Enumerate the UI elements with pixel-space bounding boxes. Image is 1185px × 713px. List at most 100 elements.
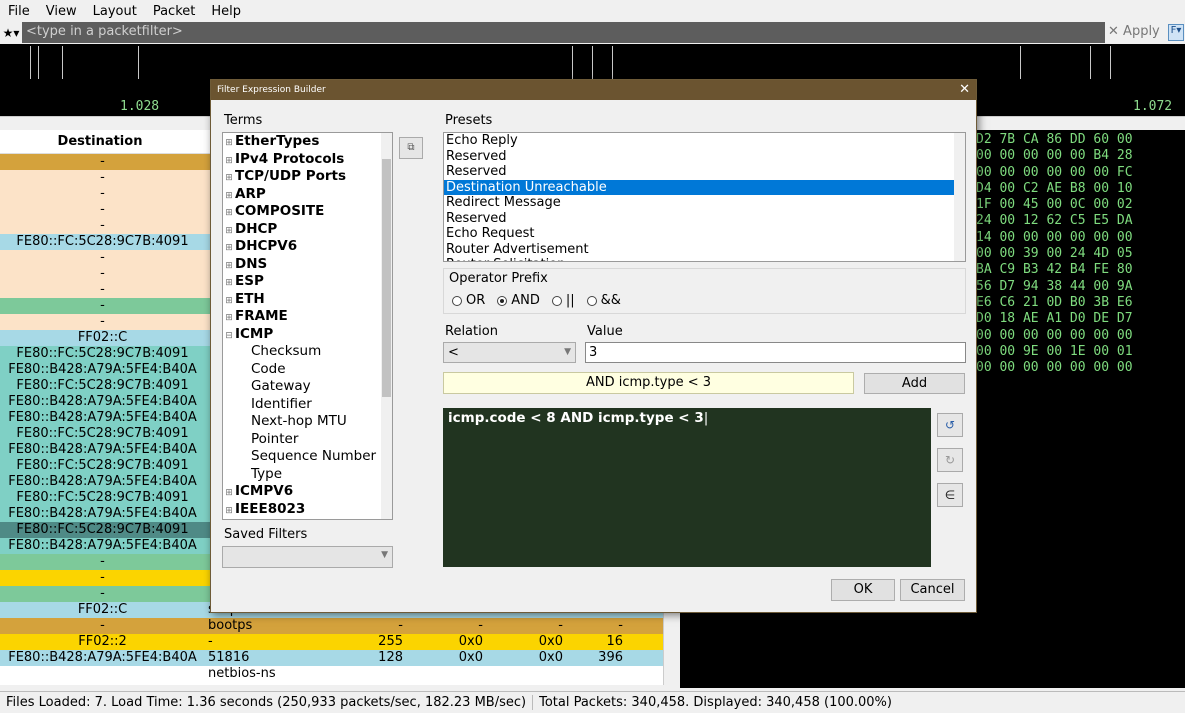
tree-item[interactable]: ⊞ FRAME xyxy=(223,308,392,326)
filter-bar: ★▾ <type in a packetfilter> ✕ Apply F▾ xyxy=(0,22,1185,44)
cancel-button[interactable]: Cancel xyxy=(900,579,965,601)
ok-button[interactable]: OK xyxy=(831,579,895,601)
tree-item[interactable]: Type xyxy=(223,466,392,484)
tree-item[interactable]: Identifier xyxy=(223,396,392,414)
tree-item[interactable]: ⊞ IEEE8023 xyxy=(223,501,392,519)
terms-scrollbar-thumb[interactable] xyxy=(382,159,391,397)
dialog-title-bar[interactable]: Filter Expression Builder ✕ xyxy=(211,80,976,100)
expand-icon[interactable]: ⊞ xyxy=(223,153,235,170)
operator-label: && xyxy=(600,293,621,308)
table-row[interactable]: netbios-ns xyxy=(0,666,663,682)
undo-icon[interactable]: ↺ xyxy=(937,413,963,437)
tree-item[interactable]: Pointer xyxy=(223,431,392,449)
flags-cell: - xyxy=(478,618,483,633)
expand-icon[interactable]: ⊞ xyxy=(223,275,235,292)
saved-filters-select[interactable]: ▼ xyxy=(222,546,393,568)
clear-icon[interactable]: ✕ xyxy=(1108,24,1119,39)
destination-cell: FE80::B428:A79A:5FE4:B40A xyxy=(8,474,197,489)
table-row[interactable]: FF02::2 - 255 0x0 0x0 16 xyxy=(0,634,663,650)
preset-item[interactable]: Reserved xyxy=(444,211,965,227)
operator-radio[interactable]: || xyxy=(551,293,575,308)
hex-line: 00 00 00 00 00 00 00 xyxy=(976,360,1133,376)
close-icon[interactable]: ✕ xyxy=(959,82,970,97)
relation-select[interactable]: < ▼ xyxy=(443,342,576,363)
expand-icon[interactable]: ⊞ xyxy=(223,135,235,152)
tree-item[interactable]: ⊞ ARP xyxy=(223,186,392,204)
expand-icon[interactable]: ⊞ xyxy=(223,188,235,205)
column-header-destination[interactable]: Destination xyxy=(0,130,200,153)
menu-layout[interactable]: Layout xyxy=(85,4,145,19)
expand-icon[interactable]: ⊞ xyxy=(223,240,235,257)
tree-item[interactable]: ⊞ DHCP xyxy=(223,221,392,239)
preset-item[interactable]: Redirect Message xyxy=(444,195,965,211)
filter-expression-textarea[interactable]: icmp.code < 8 AND icmp.type < 3| xyxy=(443,408,931,567)
tree-item[interactable]: ⊞ TCP/UDP Ports xyxy=(223,168,392,186)
copy-icon[interactable]: ⧉ xyxy=(399,137,423,159)
filter-dropdown-icon[interactable]: F▾ xyxy=(1168,24,1184,41)
operator-radio[interactable]: AND xyxy=(497,293,540,308)
tree-item-label: ICMPV6 xyxy=(235,483,294,499)
table-row[interactable]: FE80::B428:A79A:5FE4:B40A 51816 128 0x0 0x0 3… xyxy=(0,650,663,666)
ttl-cell xyxy=(345,666,403,682)
hex-line: 1F 00 45 00 0C 00 02 xyxy=(976,197,1133,213)
packet-filter-input[interactable]: <type in a packetfilter> xyxy=(22,22,1105,43)
tree-item[interactable]: ⊞ DHCPV6 xyxy=(223,238,392,256)
tree-item[interactable]: ⊞ COMPOSITE xyxy=(223,203,392,221)
preset-item[interactable]: Echo Reply xyxy=(444,133,965,149)
tree-item[interactable]: Code xyxy=(223,361,392,379)
tree-item[interactable]: Next-hop MTU xyxy=(223,413,392,431)
redo-icon[interactable]: ↻ xyxy=(937,448,963,472)
menu-packet[interactable]: Packet xyxy=(145,4,204,19)
preset-item[interactable]: Router Solicitation xyxy=(444,257,965,261)
expand-icon[interactable]: ⊞ xyxy=(223,205,235,222)
destination-cell: - xyxy=(100,314,105,329)
insert-icon[interactable]: ∈ xyxy=(937,483,963,507)
value-input[interactable]: 3 xyxy=(585,342,966,363)
menu-file[interactable]: File xyxy=(0,4,38,19)
expand-icon[interactable]: ⊞ xyxy=(223,503,235,520)
tree-item[interactable]: ⊞ IPv4 Protocols xyxy=(223,151,392,169)
tree-item[interactable]: Gateway xyxy=(223,378,392,396)
collapse-icon[interactable]: ⊟ xyxy=(223,328,235,345)
expand-icon[interactable]: ⊞ xyxy=(223,170,235,187)
radio-icon[interactable] xyxy=(551,295,562,306)
tree-item[interactable]: ⊞ ICMPV6 xyxy=(223,483,392,501)
star-icon[interactable]: ★▾ xyxy=(0,26,22,40)
operator-radio[interactable]: && xyxy=(586,293,621,308)
expand-icon[interactable]: ⊞ xyxy=(223,258,235,275)
tree-item[interactable]: Sequence Number xyxy=(223,448,392,466)
menu-view[interactable]: View xyxy=(38,4,85,19)
tree-item[interactable]: ⊞ ESP xyxy=(223,273,392,291)
expand-icon[interactable]: ⊞ xyxy=(223,223,235,240)
presets-list[interactable]: Echo Reply Reserved Reserved Destination Un… xyxy=(443,132,966,262)
expand-icon[interactable]: ⊞ xyxy=(223,485,235,502)
tree-item[interactable]: ⊞ DNS xyxy=(223,256,392,274)
radio-icon[interactable] xyxy=(586,295,597,306)
add-button[interactable]: Add xyxy=(864,373,965,394)
terms-scrollbar[interactable] xyxy=(381,133,392,519)
preset-item[interactable]: Reserved xyxy=(444,164,965,180)
radio-icon[interactable] xyxy=(497,295,508,306)
menu-help[interactable]: Help xyxy=(203,4,249,19)
expand-icon[interactable]: ⊞ xyxy=(223,310,235,327)
destination-cell: - xyxy=(100,170,105,185)
tree-item[interactable]: ⊞ ETH xyxy=(223,291,392,309)
tree-item[interactable]: ⊞ EtherTypes xyxy=(223,133,392,151)
preset-item[interactable]: Echo Request xyxy=(444,226,965,242)
destination-cell: - xyxy=(100,266,105,281)
terms-tree[interactable]: ⊞ EtherTypes ⊞ IPv4 Protocols ⊞ TCP/UDP Ports… xyxy=(222,132,393,520)
operator-radio[interactable]: OR xyxy=(452,293,485,308)
preset-item[interactable]: Reserved xyxy=(444,149,965,165)
tree-item[interactable]: ⊟ ICMP xyxy=(223,326,392,344)
hex-line: 24 00 12 62 C5 E5 DA xyxy=(976,213,1133,229)
table-row[interactable]: - bootps - - - - xyxy=(0,618,663,634)
radio-icon[interactable] xyxy=(452,295,462,306)
presets-scrollbar[interactable] xyxy=(954,133,965,261)
destination-cell: FE80::FC:5C28:9C7B:4091 xyxy=(16,458,189,473)
offset-cell: - xyxy=(558,618,563,633)
apply-button[interactable]: ✕ Apply xyxy=(1108,24,1160,39)
tree-item[interactable]: Checksum xyxy=(223,343,392,361)
preset-item[interactable]: Router Advertisement xyxy=(444,242,965,258)
expand-icon[interactable]: ⊞ xyxy=(223,293,235,310)
preset-item[interactable]: Destination Unreachable xyxy=(444,179,965,195)
